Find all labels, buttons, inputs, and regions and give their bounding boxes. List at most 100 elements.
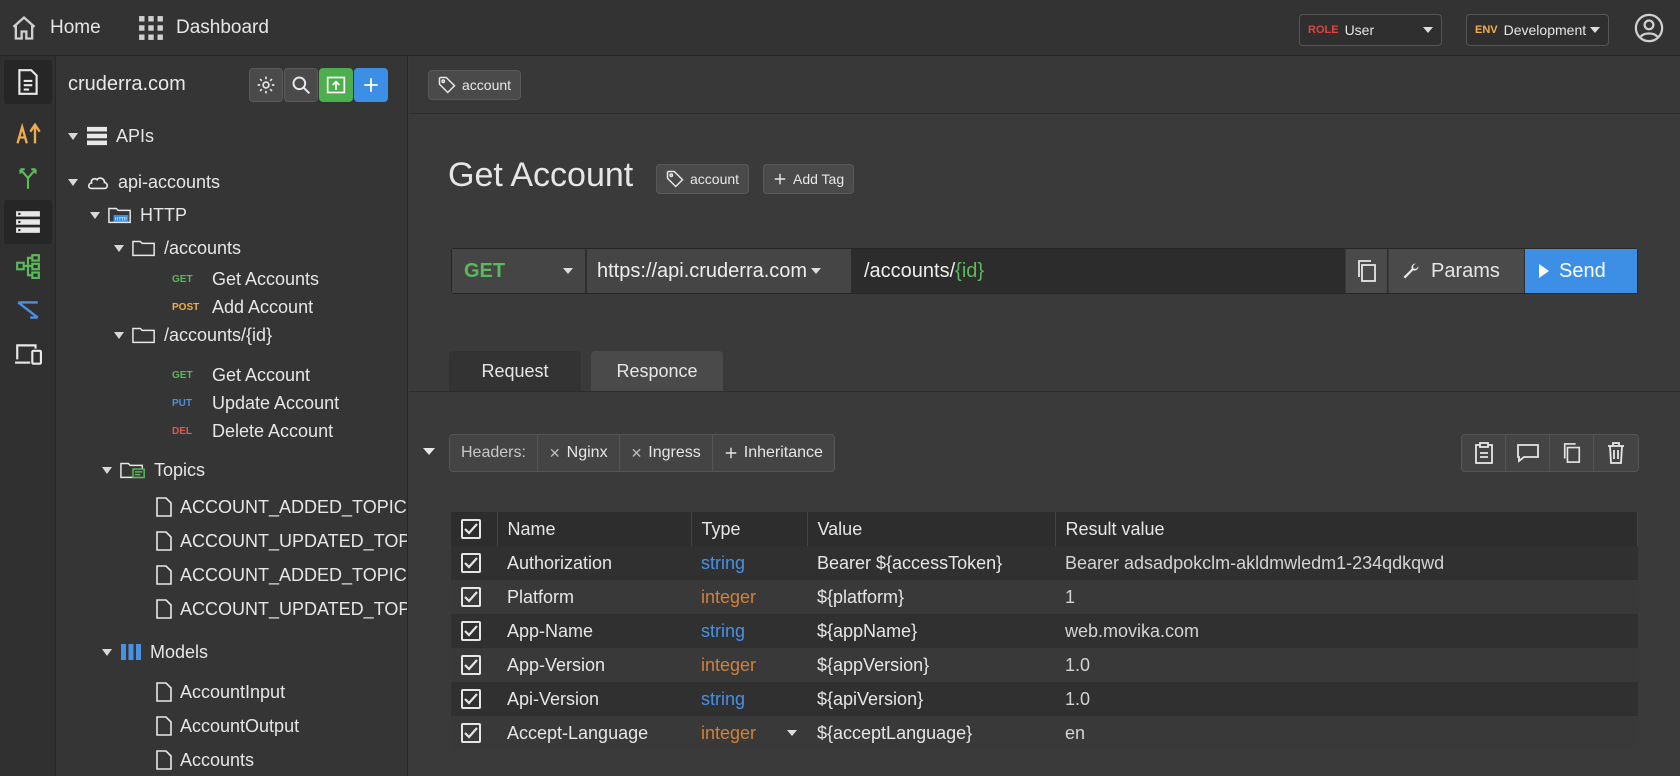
tree-topic-item[interactable]: ACCOUNT_ADDED_TOPIC xyxy=(156,561,407,589)
header-type[interactable]: integer xyxy=(691,580,807,614)
devices-icon[interactable] xyxy=(4,332,52,376)
tree-folder-account-id[interactable]: /accounts/{id} xyxy=(114,321,272,349)
tree-endpoint-get-account[interactable]: GET Get Account xyxy=(172,361,310,389)
table-row[interactable]: App-Version integer ${appVersion} 1.0 xyxy=(451,648,1638,682)
user-avatar-icon[interactable] xyxy=(1634,13,1664,43)
table-row[interactable]: Authorization string Bearer ${accessToke… xyxy=(451,546,1638,580)
tree-model-item[interactable]: Accounts xyxy=(156,746,254,774)
tree-topic-item[interactable]: ACCOUNT_UPDATED_TOPIC xyxy=(156,595,407,623)
copy-url-button[interactable] xyxy=(1345,249,1387,293)
tree-endpoint-update-account[interactable]: PUT Update Account xyxy=(172,389,339,417)
header-type[interactable]: integer xyxy=(691,648,807,682)
tab-request[interactable]: Request xyxy=(449,351,581,391)
table-row[interactable]: Api-Version string ${apiVersion} 1.0 xyxy=(451,682,1638,716)
settings-button[interactable] xyxy=(249,68,283,102)
tree-topics[interactable]: Topics xyxy=(102,456,205,484)
table-row[interactable]: Accept-Language integer ${acceptLanguage… xyxy=(451,716,1638,750)
branch-icon[interactable] xyxy=(4,156,52,200)
tree-topic-item[interactable]: ACCOUNT_UPDATED_TOPIC xyxy=(156,527,407,555)
header-value[interactable]: ${acceptLanguage} xyxy=(807,716,1055,750)
delete-button[interactable] xyxy=(1594,435,1638,471)
tree-http[interactable]: HTTP HTTP xyxy=(90,201,187,229)
path-input[interactable]: /accounts/{id} xyxy=(852,249,1345,293)
tree-apis[interactable]: APIs xyxy=(68,122,154,150)
params-label: Params xyxy=(1431,259,1500,282)
tree-model-item[interactable]: AccountInput xyxy=(156,678,285,706)
header-name[interactable]: Api-Version xyxy=(497,682,691,716)
comment-button[interactable] xyxy=(1506,435,1550,471)
header-value[interactable]: Bearer ${accessToken} xyxy=(807,546,1055,580)
column-header[interactable]: Value xyxy=(807,512,1056,546)
column-header[interactable]: Result value xyxy=(1055,512,1638,546)
tree-endpoint-add-account[interactable]: POST Add Account xyxy=(172,293,313,321)
tree-models[interactable]: Models xyxy=(102,638,208,666)
row-checkbox[interactable] xyxy=(461,655,481,675)
header-type[interactable]: string xyxy=(691,614,807,648)
tree-topic-item[interactable]: ACCOUNT_ADDED_TOPIC xyxy=(156,493,407,521)
header-type[interactable]: string xyxy=(691,546,807,580)
dashboard-link[interactable]: Dashboard xyxy=(138,0,269,56)
tree-endpoint-delete-account[interactable]: DEL Delete Account xyxy=(172,417,333,445)
row-checkbox[interactable] xyxy=(461,587,481,607)
row-checkbox[interactable] xyxy=(461,553,481,573)
copy-button[interactable] xyxy=(1550,435,1594,471)
header-chip-ingress[interactable]: ✕ Ingress xyxy=(620,435,713,471)
header-value[interactable]: ${apiVersion} xyxy=(807,682,1055,716)
header-name[interactable]: Authorization xyxy=(497,546,691,580)
servers-icon[interactable] xyxy=(4,200,52,244)
home-label: Home xyxy=(50,17,101,38)
header-name[interactable]: Accept-Language xyxy=(497,716,691,750)
header-name[interactable]: App-Version xyxy=(497,648,691,682)
header-type-select[interactable]: integer xyxy=(691,716,807,750)
header-result: 1.0 xyxy=(1055,682,1638,716)
close-icon[interactable]: ✕ xyxy=(631,445,643,462)
check-icon xyxy=(464,625,478,637)
role-select[interactable]: ROLE User xyxy=(1299,14,1442,46)
add-tag-button[interactable]: Add Tag xyxy=(763,164,855,194)
close-icon[interactable]: ✕ xyxy=(549,445,561,462)
base-url-select[interactable]: https://api.cruderra.com xyxy=(587,249,851,293)
row-checkbox[interactable] xyxy=(461,621,481,641)
tree-model-item[interactable]: AccountOutput xyxy=(156,712,299,740)
env-select[interactable]: ENV Development xyxy=(1466,14,1609,46)
params-button[interactable]: Params xyxy=(1388,249,1524,293)
send-button[interactable]: Send xyxy=(1525,249,1637,293)
flow-icon[interactable] xyxy=(4,288,52,332)
table-row[interactable]: App-Name string ${appName} web.movika.co… xyxy=(451,614,1638,648)
header-name[interactable]: Platform xyxy=(497,580,691,614)
collapse-headers-icon[interactable] xyxy=(423,448,435,455)
header-type[interactable]: string xyxy=(691,682,807,716)
send-label: Send xyxy=(1559,259,1606,282)
row-checkbox[interactable] xyxy=(461,689,481,709)
breadcrumb-tag[interactable]: account xyxy=(428,70,522,100)
column-header[interactable]: Type xyxy=(691,512,808,546)
add-button[interactable] xyxy=(354,68,388,102)
endpoint-tag[interactable]: account xyxy=(656,164,750,194)
method-select[interactable]: GET xyxy=(452,249,585,293)
clipboard-button[interactable] xyxy=(1462,435,1506,471)
add-inheritance-button[interactable]: Inheritance xyxy=(713,435,834,471)
documents-icon[interactable] xyxy=(4,60,52,104)
select-all-checkbox[interactable] xyxy=(461,519,481,539)
endpoint-label: Add Account xyxy=(212,296,314,317)
row-checkbox[interactable] xyxy=(461,723,481,743)
method-badge: DEL xyxy=(172,425,192,437)
tree-folder-accounts[interactable]: /accounts xyxy=(114,234,241,262)
tree-endpoint-get-accounts[interactable]: GET Get Accounts xyxy=(172,265,319,293)
tab-label: Request xyxy=(481,360,549,381)
api-spec-icon[interactable] xyxy=(4,112,52,156)
table-row[interactable]: Platform integer ${platform} 1 xyxy=(451,580,1638,614)
models-icon xyxy=(121,644,141,660)
home-link[interactable]: Home xyxy=(10,0,101,56)
header-value[interactable]: ${platform} xyxy=(807,580,1055,614)
hierarchy-icon[interactable] xyxy=(4,244,52,288)
search-button[interactable] xyxy=(284,68,318,102)
header-chip-nginx[interactable]: ✕ Nginx xyxy=(538,435,620,471)
header-name[interactable]: App-Name xyxy=(497,614,691,648)
export-button[interactable] xyxy=(319,68,353,102)
tab-response[interactable]: Responce xyxy=(591,351,723,391)
tree-service[interactable]: api-accounts xyxy=(68,168,220,196)
header-value[interactable]: ${appName} xyxy=(807,614,1055,648)
header-value[interactable]: ${appVersion} xyxy=(807,648,1055,682)
column-header[interactable]: Name xyxy=(497,512,692,546)
